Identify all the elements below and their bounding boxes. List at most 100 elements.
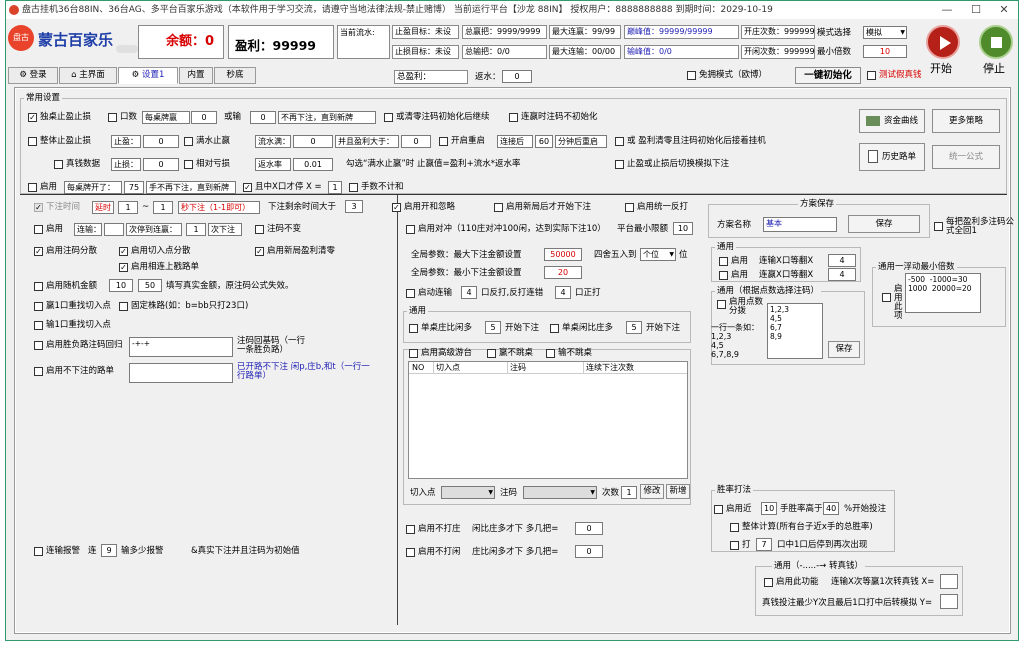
win-rate-hands-input[interactable]: 10 bbox=[761, 502, 777, 515]
lose-double-checkbox[interactable] bbox=[719, 257, 728, 266]
real-money-x-input[interactable] bbox=[940, 574, 958, 589]
hit-x-input[interactable]: 1 bbox=[328, 181, 342, 194]
restart-checkbox[interactable] bbox=[439, 137, 448, 146]
winlose-return-checkbox[interactable] bbox=[34, 341, 43, 350]
no-bet-road-checkbox[interactable] bbox=[34, 367, 43, 376]
bank-over-idle-checkbox[interactable] bbox=[409, 324, 418, 333]
count-input[interactable]: 1 bbox=[621, 486, 637, 499]
bet-unchanged-checkbox[interactable] bbox=[255, 225, 264, 234]
each-table-win-input[interactable]: 0 bbox=[191, 111, 217, 124]
new-peak-checkbox[interactable]: ✓ bbox=[255, 247, 264, 256]
min-limit-input[interactable]: 10 bbox=[673, 222, 693, 235]
remaining-time-input[interactable]: 3 bbox=[345, 200, 363, 213]
minimize-button[interactable]: — bbox=[932, 1, 962, 19]
win-no-skip-checkbox[interactable] bbox=[487, 349, 496, 358]
consec-lose-input[interactable] bbox=[104, 223, 124, 236]
mode-select[interactable]: 模拟 bbox=[863, 26, 907, 39]
plan-name-input[interactable]: 基本 bbox=[763, 217, 837, 232]
random-amount-checkbox[interactable] bbox=[34, 282, 43, 291]
switch-sim-checkbox[interactable] bbox=[615, 160, 624, 169]
no-bank-checkbox[interactable] bbox=[406, 525, 415, 534]
tab-bottom[interactable]: 秒底 bbox=[214, 67, 256, 84]
count-checkbox[interactable] bbox=[108, 113, 117, 122]
fund-curve-button[interactable]: 资金曲线 bbox=[859, 109, 925, 133]
win-double-input[interactable]: 4 bbox=[828, 268, 856, 281]
add-button[interactable]: 新增 bbox=[666, 484, 690, 499]
test-fake-checkbox[interactable] bbox=[867, 71, 876, 80]
free-mode-checkbox[interactable] bbox=[687, 71, 696, 80]
win-no-init-checkbox[interactable] bbox=[509, 113, 518, 122]
round-select[interactable]: 个位 bbox=[640, 248, 676, 261]
no-idle-checkbox[interactable] bbox=[406, 548, 415, 557]
hit-stop-checkbox[interactable] bbox=[730, 541, 739, 550]
split-bet-checkbox[interactable]: ✓ bbox=[34, 247, 43, 256]
real-money-y-input[interactable] bbox=[940, 594, 958, 609]
points-enable-checkbox[interactable] bbox=[717, 300, 726, 309]
real-money-checkbox[interactable] bbox=[764, 578, 773, 587]
history-button[interactable]: 历史路单 bbox=[859, 143, 925, 171]
hand-limit-checkbox[interactable] bbox=[28, 183, 37, 192]
fixed-road-checkbox[interactable] bbox=[119, 302, 128, 311]
random-min-input[interactable]: 10 bbox=[109, 279, 133, 292]
each-profit-reset-checkbox[interactable] bbox=[934, 222, 943, 231]
win-double-checkbox[interactable] bbox=[719, 271, 728, 280]
profit-clear-checkbox[interactable] bbox=[615, 137, 624, 146]
relative-loss-checkbox[interactable] bbox=[184, 160, 193, 169]
tab-login[interactable]: ⚙ 登录 bbox=[8, 67, 58, 84]
min-multiple-input[interactable]: 10 bbox=[863, 45, 907, 58]
win-rate-percent-input[interactable]: 40 bbox=[823, 502, 839, 515]
points-save-button[interactable]: 保存 bbox=[828, 341, 860, 358]
advanced-table-checkbox[interactable] bbox=[409, 349, 418, 358]
stop-profit-input[interactable]: 0 bbox=[143, 135, 179, 148]
delay-min-input[interactable]: 1 bbox=[118, 201, 138, 214]
tab-builtin[interactable]: 内置 bbox=[179, 67, 213, 84]
bank-over-idle-input[interactable]: 5 bbox=[485, 321, 501, 334]
unified-reverse-checkbox[interactable] bbox=[625, 203, 634, 212]
start-label[interactable]: 开始 bbox=[930, 63, 952, 75]
overall-calc-checkbox[interactable] bbox=[730, 523, 739, 532]
lose1-refind-checkbox[interactable] bbox=[34, 321, 43, 330]
modify-button[interactable]: 修改 bbox=[640, 484, 664, 499]
or-lose-input[interactable]: 0 bbox=[250, 111, 276, 124]
tie-ignore-checkbox[interactable]: ✓ bbox=[392, 203, 401, 212]
rebate-input[interactable]: 0 bbox=[502, 70, 532, 83]
overall-stop-checkbox[interactable] bbox=[28, 137, 37, 146]
idle-over-bank-checkbox[interactable] bbox=[550, 324, 559, 333]
winlose-road-textarea[interactable]: -+-+ bbox=[129, 337, 233, 357]
idle-over-bank-input[interactable]: 5 bbox=[626, 321, 642, 334]
stop-to-win-input[interactable]: 1 bbox=[186, 223, 206, 236]
win1-refind-checkbox[interactable] bbox=[34, 302, 43, 311]
points-textarea[interactable]: 1,2,3 4,5 6,7 8,9 bbox=[767, 303, 823, 359]
delay-max-input[interactable]: 1 bbox=[153, 201, 173, 214]
no-bet-road-textarea[interactable] bbox=[129, 363, 233, 383]
cut-table[interactable]: NO 切入点 注码 连续下注次数 bbox=[408, 361, 688, 479]
bet-select[interactable] bbox=[523, 486, 597, 499]
one-key-init-button[interactable]: 一键初始化 bbox=[795, 67, 861, 84]
new-round-checkbox[interactable] bbox=[494, 203, 503, 212]
stop-label[interactable]: 停止 bbox=[983, 63, 1005, 75]
link-road-checkbox[interactable]: ✓ bbox=[119, 263, 128, 272]
toggle-switch[interactable] bbox=[116, 45, 138, 53]
no-tie-count-checkbox[interactable] bbox=[349, 183, 358, 192]
reverse-error-input[interactable]: 4 bbox=[555, 286, 571, 299]
bet-time-checkbox[interactable]: ✓ bbox=[34, 203, 43, 212]
full-water-checkbox[interactable] bbox=[184, 137, 193, 146]
hedge-checkbox[interactable] bbox=[406, 225, 415, 234]
flow-full-input[interactable]: 0 bbox=[293, 135, 333, 148]
rebate-rate-input[interactable]: 0.01 bbox=[293, 158, 333, 171]
random-max-input[interactable]: 50 bbox=[138, 279, 162, 292]
maximize-button[interactable]: ☐ bbox=[961, 1, 991, 19]
hand-limit-input[interactable]: 75 bbox=[124, 181, 144, 194]
tab-settings1[interactable]: ⚙ 设置1 bbox=[118, 67, 178, 84]
start-icon[interactable] bbox=[926, 25, 960, 59]
cut-point-select[interactable] bbox=[441, 486, 495, 499]
no-idle-input[interactable]: 0 bbox=[575, 545, 603, 558]
real-data-checkbox[interactable] bbox=[54, 160, 63, 169]
lose-alarm-checkbox[interactable] bbox=[34, 547, 43, 556]
hit-x-stop-checkbox[interactable]: ✓ bbox=[243, 183, 252, 192]
global-max-input[interactable]: 50000 bbox=[544, 248, 582, 261]
win-rate-checkbox[interactable] bbox=[714, 505, 723, 514]
consec-lose-checkbox[interactable] bbox=[34, 225, 43, 234]
close-button[interactable]: ✕ bbox=[989, 1, 1019, 19]
float-multiple-textarea[interactable]: -500 -1000=30 1000 20000=20 bbox=[905, 273, 981, 313]
